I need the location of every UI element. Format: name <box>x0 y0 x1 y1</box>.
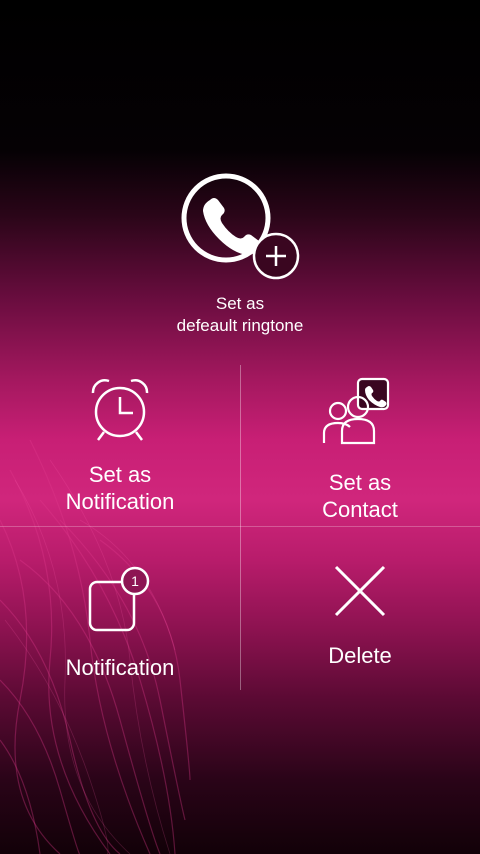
notification-label: Notification <box>65 655 175 680</box>
delete-label: Delete <box>328 643 392 668</box>
set-contact-button[interactable]: Set as Contact <box>240 377 480 523</box>
set-default-ringtone-button[interactable]: Set as defeault ringtone <box>140 172 340 342</box>
set-notification-label: Set as Notification <box>65 462 175 514</box>
notification-button[interactable]: 1 Notification <box>0 566 240 681</box>
grid-divider-horizontal <box>0 526 480 527</box>
set-notification-button[interactable]: Set as Notification <box>0 375 240 515</box>
set-default-ringtone-label: Set as defeault ringtone <box>176 294 304 335</box>
close-x-icon <box>334 565 386 617</box>
phone-plus-icon <box>181 173 300 280</box>
contacts-icon <box>322 377 390 445</box>
delete-button[interactable]: Delete <box>240 561 480 669</box>
alarm-clock-icon <box>91 379 149 441</box>
set-contact-label: Set as Contact <box>322 470 398 522</box>
notification-badge-icon: 1 <box>88 566 150 632</box>
notification-badge-count: 1 <box>131 573 139 589</box>
